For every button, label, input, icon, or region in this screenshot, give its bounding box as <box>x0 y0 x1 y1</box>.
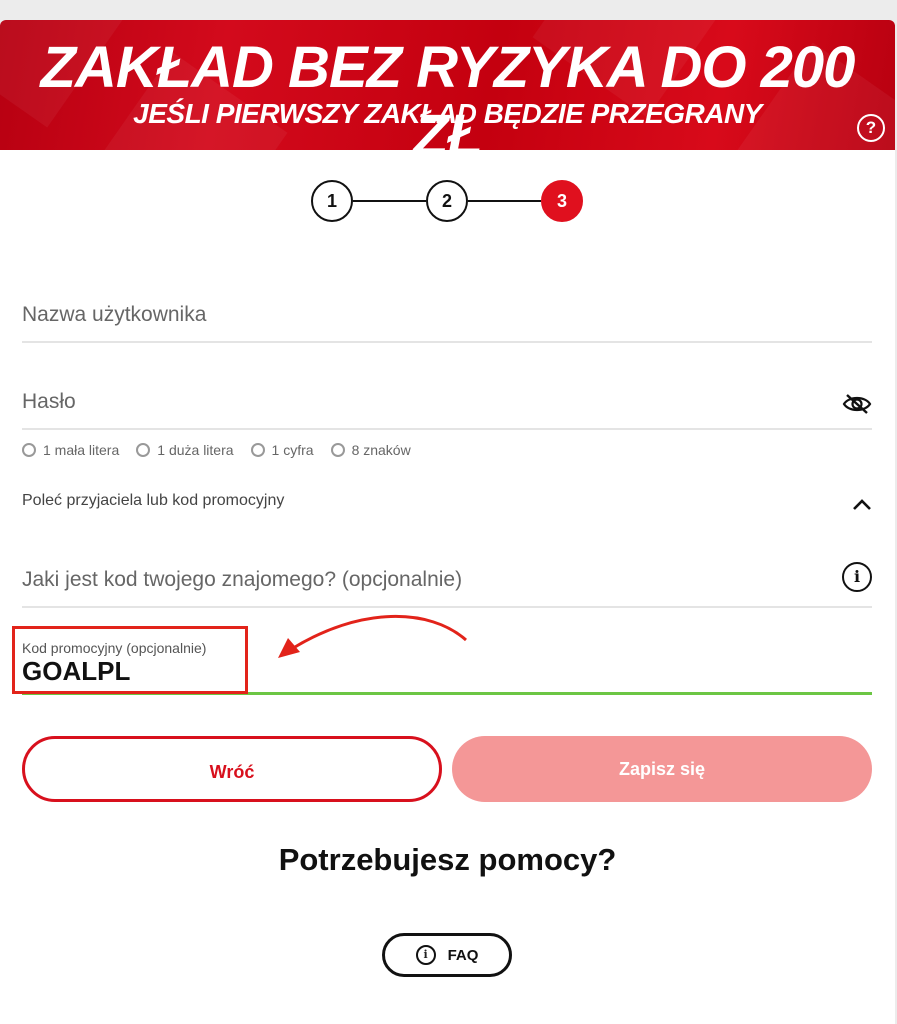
rule-circle-icon <box>136 443 151 457</box>
question-circle-icon[interactable]: ? <box>857 114 885 142</box>
help-heading: Potrzebujesz pomocy? <box>278 842 617 877</box>
password-rule: 1 mała litera <box>22 442 119 458</box>
step-3-active: 3 <box>541 180 583 222</box>
password-rule: 8 znaków <box>330 442 411 458</box>
password-rule: 1 duża litera <box>136 442 234 458</box>
promo-banner: ZAKŁAD BEZ RYZYKA DO 200 ZŁ JEŚLI PIERWS… <box>0 20 895 150</box>
back-button[interactable]: Wróć <box>22 736 442 802</box>
password-placeholder: Hasło <box>22 390 76 413</box>
step-connector <box>353 200 426 202</box>
rule-label: 1 duża litera <box>157 442 234 458</box>
step-connector <box>468 200 541 202</box>
referral-toggle[interactable]: Poleć przyjaciela lub kod promocyjny <box>22 492 872 516</box>
password-rules: 1 mała litera 1 duża litera 1 cyfra 8 zn… <box>22 440 428 460</box>
info-circle-icon: i <box>415 945 436 965</box>
faq-button[interactable]: i FAQ <box>382 933 512 977</box>
referral-label: Poleć przyjaciela lub kod promocyjny <box>22 492 285 509</box>
rule-circle-icon <box>22 443 36 457</box>
banner-title: ZAKŁAD BEZ RYZYKA DO 200 ZŁ <box>40 35 856 150</box>
username-placeholder: Nazwa użytkownika <box>22 303 207 326</box>
password-rule: 1 cyfra <box>250 442 314 458</box>
username-field[interactable]: Nazwa użytkownika <box>22 303 872 343</box>
rule-circle-icon <box>250 443 265 457</box>
chevron-up-icon[interactable] <box>852 498 872 516</box>
eye-slash-icon[interactable] <box>842 392 872 421</box>
rule-label: 8 znaków <box>351 442 411 458</box>
rule-circle-icon <box>330 443 345 457</box>
rule-label: 1 mała litera <box>43 442 120 458</box>
friend-code-placeholder: Jaki jest kod twojego znajomego? (opcjon… <box>22 568 463 591</box>
banner-subtitle: JEŚLI PIERWSZY ZAKŁAD BĘDZIE PRZEGRANY <box>133 98 762 129</box>
info-circle-icon[interactable]: i <box>842 562 872 592</box>
password-field[interactable]: Hasło <box>22 390 872 430</box>
promo-highlight-box <box>12 626 248 694</box>
faq-label: FAQ <box>447 946 479 964</box>
registration-stepper: 1 2 3 <box>311 180 583 222</box>
rule-label: 1 cyfra <box>271 442 314 458</box>
curved-arrow-annotation <box>278 614 467 658</box>
step-2: 2 <box>426 180 468 222</box>
register-button[interactable]: Zapisz się <box>452 736 872 802</box>
step-1: 1 <box>311 180 353 222</box>
registration-card: ZAKŁAD BEZ RYZYKA DO 200 ZŁ JEŚLI PIERWS… <box>0 20 895 1024</box>
